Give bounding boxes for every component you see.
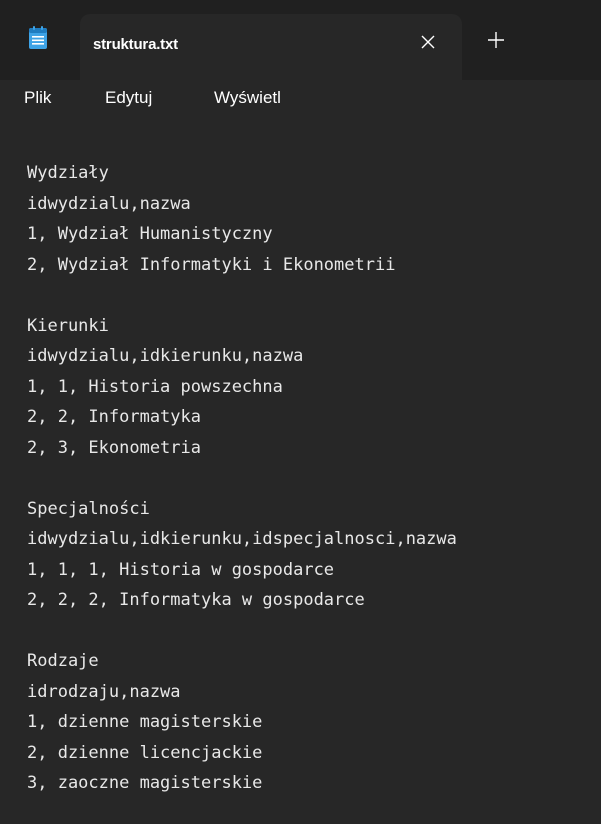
editor-line: Specjalności	[27, 498, 150, 519]
menu-edit[interactable]: Edytuj	[103, 86, 154, 110]
editor-line: 1, 1, 1, Historia w gospodarce	[27, 559, 335, 580]
editor-line: 2, dzienne licencjackie	[27, 742, 263, 763]
editor-line: 1, Wydział Humanistyczny	[27, 224, 273, 244]
menu-view[interactable]: Wyświetl	[212, 86, 283, 110]
menu-bar: Plik Edytuj Wyświetl	[0, 80, 601, 122]
text-editor[interactable]: Wydziały idwydzialu,nazwa 1, Wydział Hum…	[0, 138, 601, 824]
editor-line: Rodzaje	[27, 651, 99, 671]
tab-title: struktura.txt	[93, 36, 178, 53]
editor-line: 1, 1, Historia powszechna	[27, 376, 283, 397]
editor-line: idwydzialu,idkierunku,idspecjalnosci,naz…	[27, 529, 457, 549]
editor-lines: Wydziały idwydzialu,nazwa 1, Wydział Hum…	[27, 158, 457, 799]
notepad-icon	[29, 26, 47, 49]
editor-line: 1, dzienne magisterskie	[27, 712, 263, 732]
editor-line: 2, 3, Ekonometria	[27, 437, 201, 458]
close-icon[interactable]	[416, 30, 440, 54]
editor-line	[27, 463, 457, 494]
tab-struktura[interactable]: struktura.txt	[80, 14, 462, 80]
editor-line	[27, 280, 457, 311]
editor-line: idwydzialu,idkierunku,nazwa	[27, 346, 304, 366]
notepad-window: struktura.txt Plik Edytuj Wyświetl Wydzi…	[0, 0, 601, 824]
editor-line: idrodzaju,nazwa	[27, 681, 181, 702]
editor-line: idwydzialu,nazwa	[27, 193, 191, 214]
tab-bar: struktura.txt	[0, 0, 601, 80]
editor-line: 2, 2, 2, Informatyka w gospodarce	[27, 590, 365, 610]
plus-icon[interactable]	[484, 28, 508, 52]
editor-line: 2, 2, Informatyka	[27, 407, 201, 427]
editor-line: 2, Wydział Informatyki i Ekonometrii	[27, 254, 396, 275]
menu-file[interactable]: Plik	[22, 86, 53, 110]
editor-line: 3, zaoczne magisterskie	[27, 773, 263, 793]
editor-line	[27, 616, 457, 647]
editor-line: Wydziały	[27, 163, 109, 183]
editor-line: Kierunki	[27, 315, 109, 336]
